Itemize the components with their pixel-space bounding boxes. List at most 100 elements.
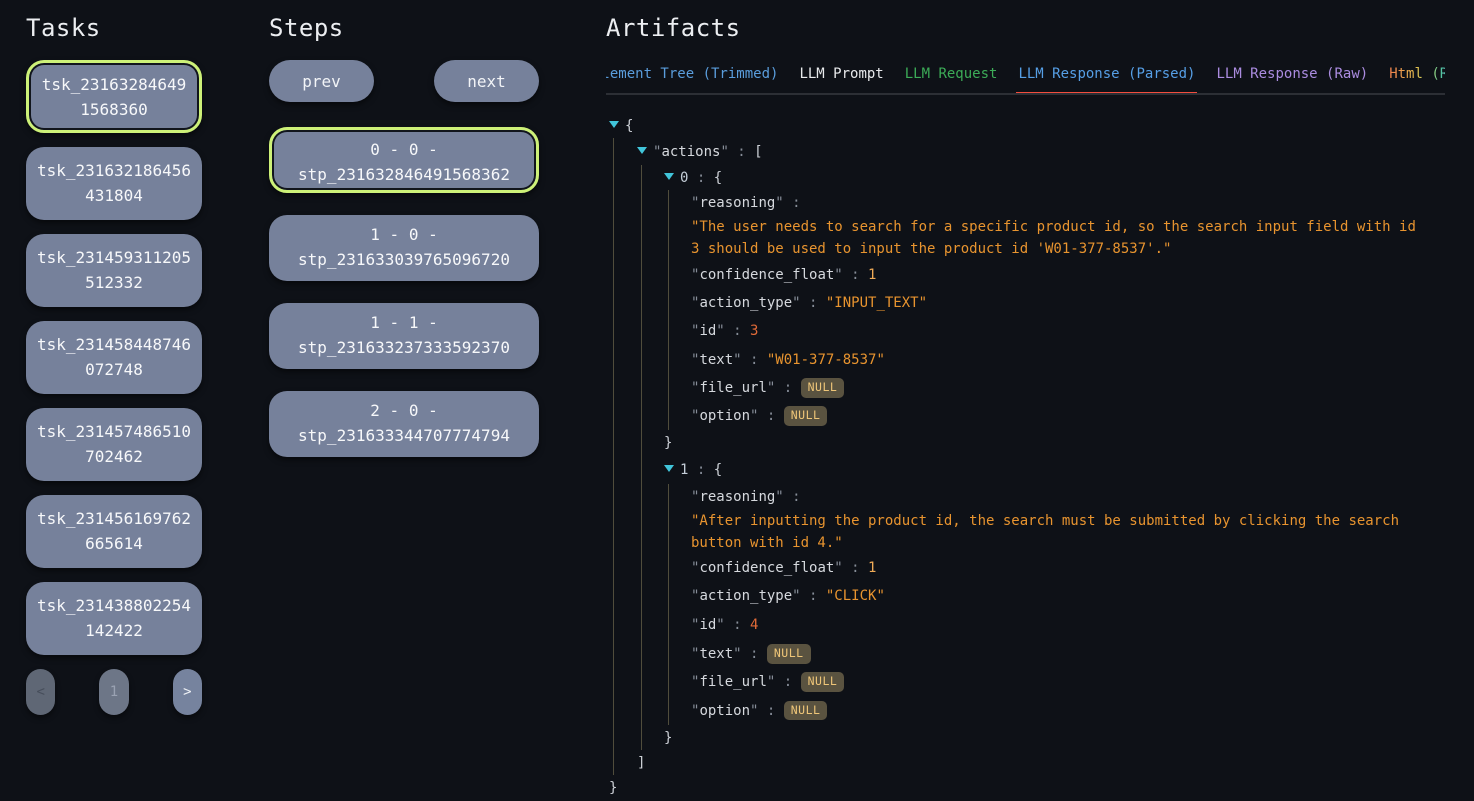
json-token: " : [775, 195, 800, 211]
json-row: "file_url" : NULL [606, 374, 1445, 402]
indent-guide [641, 532, 642, 554]
indent-guide [641, 430, 642, 456]
json-token: " : [716, 617, 750, 633]
json-token: { [625, 118, 633, 134]
indent-guide [641, 484, 642, 510]
json-token: } [664, 730, 672, 746]
indent-guide [641, 190, 642, 215]
task-item[interactable]: tsk_231438802254142422 [26, 582, 202, 655]
indent-guide [641, 345, 642, 374]
tab-llm-prompt[interactable]: LLM Prompt [797, 60, 885, 95]
json-token: " [691, 380, 699, 396]
collapse-arrow-icon[interactable] [664, 173, 674, 180]
pagination-prev-button[interactable]: < [26, 669, 55, 715]
null-badge: NULL [801, 378, 845, 398]
indent-guide [668, 582, 669, 610]
json-token: confidence_float [699, 560, 834, 576]
indent-guide [613, 215, 614, 238]
json-token: " : [750, 408, 784, 424]
indent-guide [668, 532, 669, 554]
task-item[interactable]: tsk_231456169762665614 [26, 495, 202, 568]
null-badge: NULL [784, 701, 828, 721]
collapse-arrow-icon[interactable] [609, 121, 619, 128]
json-token: " : [767, 674, 801, 690]
task-item-line2: 072748 [85, 360, 143, 379]
indent-guide [641, 610, 642, 640]
json-row: "action_type" : "CLICK" [606, 582, 1445, 610]
tab-html-raw[interactable]: Html (Raw) [1387, 60, 1445, 95]
json-row: "text" : NULL [606, 640, 1445, 668]
indent-guide [668, 317, 669, 345]
indent-guide [613, 289, 614, 317]
indent-guide [613, 260, 614, 289]
json-row: "confidence_float" : 1 [606, 260, 1445, 289]
json-token: : [688, 170, 713, 186]
indent-guide [613, 640, 614, 668]
step-item[interactable]: 2 - 0 -stp_231633344707774794 [269, 391, 539, 457]
indent-guide [668, 289, 669, 317]
json-token: option [699, 408, 750, 424]
tab-llm-response-raw[interactable]: LLM Response (Raw) [1214, 60, 1370, 95]
json-row: "action_type" : "INPUT_TEXT" [606, 289, 1445, 317]
collapse-arrow-icon[interactable] [637, 147, 647, 154]
step-item-line2: stp_231633237333592370 [298, 338, 510, 357]
json-token: " [691, 195, 699, 211]
indent-guide [668, 402, 669, 430]
task-item-line1: tsk_231459311205 [37, 248, 191, 267]
task-item[interactable]: tsk_231632186456431804 [26, 147, 202, 220]
json-token: 1 [868, 560, 876, 576]
json-token: "After inputting the product id, the sea… [691, 513, 1399, 529]
json-tree[interactable]: {"actions" : [0 : {"reasoning" :"The use… [606, 114, 1445, 801]
indent-guide [641, 640, 642, 668]
tab-llm-response-parsed[interactable]: LLM Response (Parsed) [1016, 60, 1197, 95]
pagination-next-button[interactable]: > [173, 669, 202, 715]
prev-step-button[interactable]: prev [269, 60, 374, 102]
json-token: file_url [699, 674, 766, 690]
json-token: " [691, 352, 699, 368]
json-token: " [691, 489, 699, 505]
step-item-active[interactable]: 0 - 0 -stp_231632846491568362 [269, 127, 539, 193]
step-item-line1: 2 - 0 - [370, 401, 437, 420]
indent-guide [641, 725, 642, 750]
json-row: 1 : { [606, 456, 1445, 484]
task-item-line1: tsk_231456169762 [37, 509, 191, 528]
json-token: " : [834, 560, 868, 576]
indent-guide [613, 138, 614, 165]
indent-guide [668, 260, 669, 289]
indent-guide [641, 668, 642, 696]
collapse-arrow-icon[interactable] [664, 465, 674, 472]
artifacts-title: Artifacts [606, 14, 1445, 42]
indent-guide [668, 215, 669, 238]
json-token: " [691, 295, 699, 311]
json-row: } [606, 725, 1445, 750]
next-step-button[interactable]: next [434, 60, 539, 102]
artifact-tabs: Element Tree (Trimmed) LLM Prompt LLM Requ… [606, 60, 1445, 93]
json-token: " [691, 674, 699, 690]
task-item-line1: tsk_231457486510 [37, 422, 191, 441]
json-token: " : [720, 144, 754, 160]
json-row: "id" : 4 [606, 610, 1445, 640]
step-item[interactable]: 1 - 1 -stp_231633237333592370 [269, 303, 539, 369]
indent-guide [641, 317, 642, 345]
task-item[interactable]: tsk_231459311205512332 [26, 234, 202, 307]
indent-guide [613, 402, 614, 430]
step-item[interactable]: 1 - 0 -stp_231633039765096720 [269, 215, 539, 281]
task-item-line1: tsk_23163284649 [42, 75, 187, 94]
null-badge: NULL [767, 644, 811, 664]
json-row: ] [606, 750, 1445, 775]
pagination-page-button[interactable]: 1 [99, 669, 128, 715]
step-list: 0 - 0 -stp_231632846491568362 1 - 0 -stp_… [269, 127, 539, 457]
json-token: confidence_float [699, 267, 834, 283]
tasks-pagination: < 1 > [26, 669, 202, 715]
json-token: " [691, 588, 699, 604]
task-item-line1: tsk_231632186456 [37, 161, 191, 180]
task-item[interactable]: tsk_231458448746072748 [26, 321, 202, 394]
task-item[interactable]: tsk_231457486510702462 [26, 408, 202, 481]
tab-element-tree-trimmed[interactable]: Element Tree (Trimmed) [606, 60, 780, 95]
task-item-active[interactable]: tsk_231632846491568360 [26, 60, 202, 133]
json-token: " : [733, 646, 767, 662]
tab-llm-request[interactable]: LLM Request [903, 60, 1000, 95]
step-item-line2: stp_231633039765096720 [298, 250, 510, 269]
json-row: } [606, 430, 1445, 456]
json-row: "The user needs to search for a specific… [606, 215, 1445, 238]
